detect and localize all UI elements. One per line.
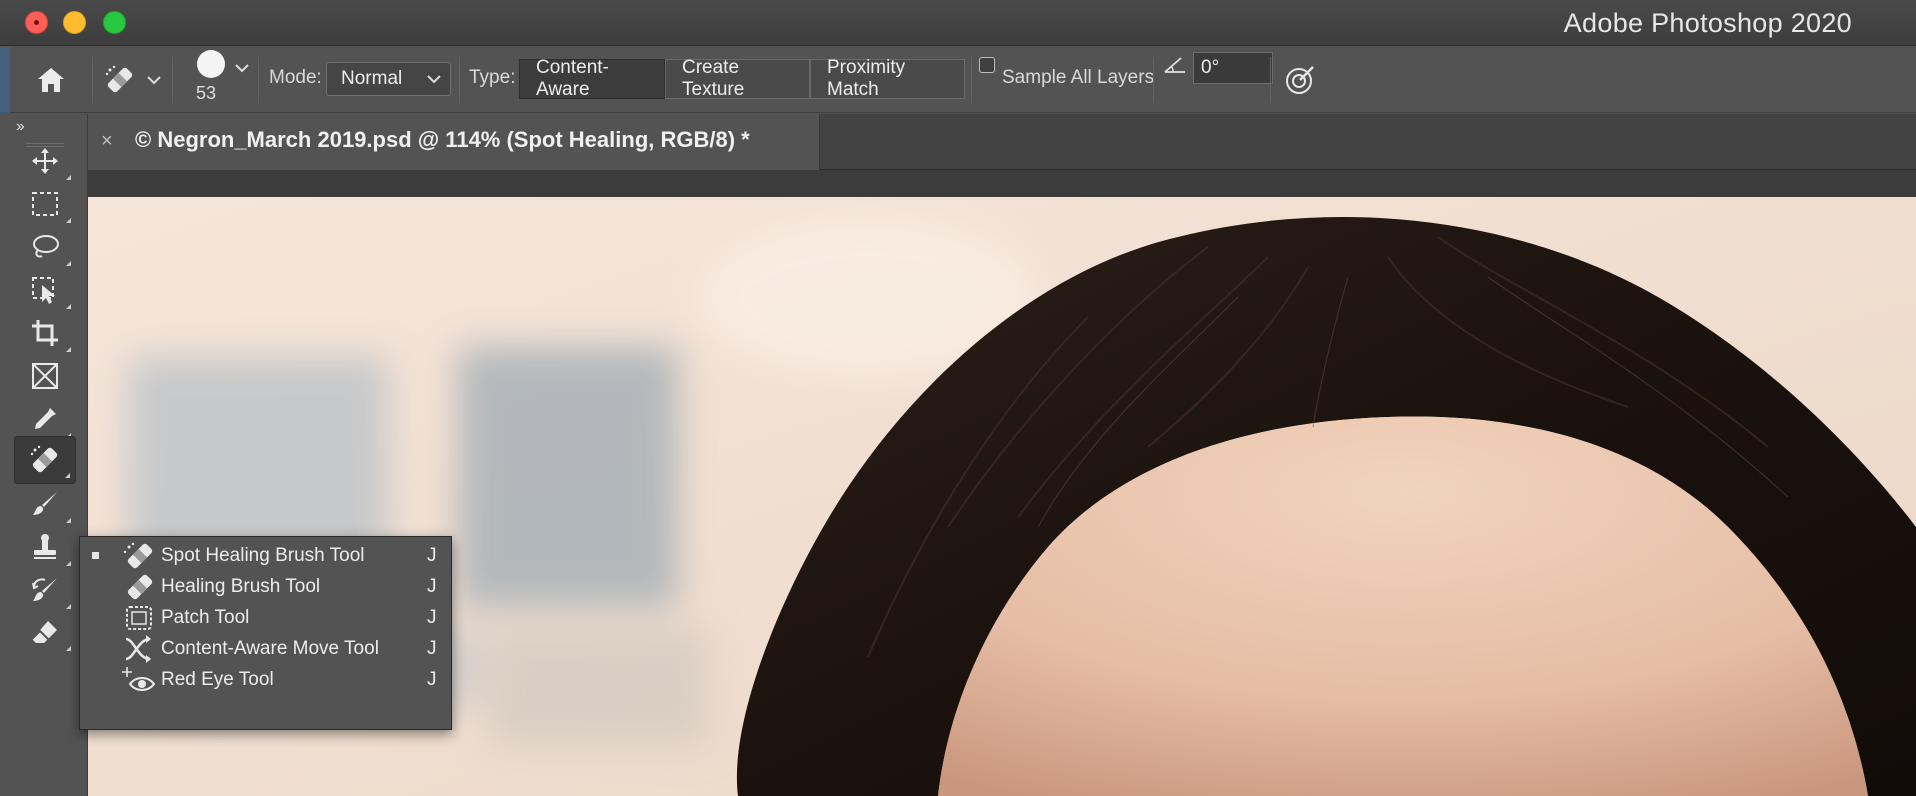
flyout-item-red-eye[interactable]: Red Eye Tool J xyxy=(80,661,451,699)
object-selection-icon xyxy=(32,277,55,304)
flyout-item-label: Red Eye Tool xyxy=(161,669,274,690)
separator xyxy=(1270,57,1271,103)
left-edge-strip xyxy=(0,47,10,113)
flyout-item-shortcut: J xyxy=(427,669,437,690)
app-title: Adobe Photoshop 2020 xyxy=(1563,8,1852,38)
history-brush-icon xyxy=(32,578,57,601)
object-selection-tool[interactable] xyxy=(14,266,76,314)
angle-icon xyxy=(1164,57,1185,73)
frame-tool[interactable] xyxy=(14,352,76,400)
window-zoom-button[interactable] xyxy=(103,11,126,34)
separator xyxy=(459,57,460,103)
crop-tool[interactable] xyxy=(14,309,76,357)
flyout-item-shortcut: J xyxy=(427,545,437,566)
sample-all-layers-checkbox[interactable] xyxy=(979,57,995,73)
move-tool[interactable] xyxy=(14,137,76,185)
tool-preset-picker[interactable] xyxy=(104,47,162,113)
flyout-item-label: Content-Aware Move Tool xyxy=(161,638,379,659)
history-brush-tool[interactable] xyxy=(14,566,76,614)
separator xyxy=(172,57,173,103)
sample-all-layers-label[interactable]: Sample All Layers xyxy=(1002,67,1154,89)
mode-value: Normal xyxy=(341,68,403,89)
patch-icon xyxy=(126,606,152,630)
spot-healing-brush-icon xyxy=(105,65,133,93)
crop-icon xyxy=(32,320,58,346)
selected-bullet xyxy=(92,552,99,559)
spot-healing-brush-icon xyxy=(30,445,58,473)
pressure-size-icon xyxy=(1286,66,1314,94)
window-close-button[interactable] xyxy=(25,11,48,34)
separator xyxy=(971,57,972,103)
flyout-item-label: Spot Healing Brush Tool xyxy=(161,545,365,566)
lasso-tool[interactable] xyxy=(14,223,76,271)
brush-icon xyxy=(33,492,57,515)
content-aware-move-icon xyxy=(125,635,151,663)
tool-group-indicator xyxy=(65,473,70,478)
type-create-texture-button[interactable]: Create Texture xyxy=(665,57,810,100)
brush-tool[interactable] xyxy=(14,480,76,528)
mode-select[interactable]: Normal xyxy=(326,62,451,96)
title-bar: Adobe Photoshop 2020 xyxy=(0,0,1916,46)
chevron-down-icon xyxy=(147,76,161,85)
flyout-item-shortcut: J xyxy=(427,638,437,659)
flyout-item-shortcut: J xyxy=(427,607,437,628)
close-icon[interactable]: × xyxy=(101,130,113,153)
brush-size-label: 53 xyxy=(196,83,217,103)
flyout-item-label: Healing Brush Tool xyxy=(161,576,321,597)
home-button[interactable] xyxy=(36,47,66,113)
mode-label: Mode: xyxy=(269,67,322,88)
separator xyxy=(92,57,93,103)
rectangular-marquee-icon xyxy=(32,192,58,216)
eraser-tool[interactable] xyxy=(14,608,76,656)
separator xyxy=(258,57,259,103)
canvas-top-band xyxy=(88,170,1916,197)
brush-picker[interactable]: 53 xyxy=(196,50,256,110)
panel-collapse-toggle[interactable]: ›› xyxy=(16,118,25,136)
type-label: Type: xyxy=(469,67,516,88)
separator xyxy=(1153,57,1154,103)
window-minimize-button[interactable] xyxy=(63,11,86,34)
flyout-item-shortcut: J xyxy=(427,576,437,597)
home-icon xyxy=(38,68,64,92)
spot-healing-brush-icon xyxy=(123,542,153,569)
red-eye-icon xyxy=(122,667,156,691)
eyedropper-icon xyxy=(35,408,56,429)
brush-angle-value: 0° xyxy=(1201,57,1220,78)
type-content-aware-button[interactable]: Content-Aware xyxy=(519,57,665,100)
clone-stamp-tool[interactable] xyxy=(14,523,76,571)
frame-icon xyxy=(32,363,58,389)
healing-tools-flyout: Spot Healing Brush Tool J Healing Brush … xyxy=(79,536,452,730)
flyout-item-label: Patch Tool xyxy=(161,607,250,628)
brush-tip-preview xyxy=(197,50,225,78)
tool-group-indicator xyxy=(66,646,71,651)
brush-angle-input[interactable]: 0° xyxy=(1193,52,1273,84)
clone-stamp-icon xyxy=(34,534,56,559)
marquee-tool[interactable] xyxy=(14,180,76,228)
spot-healing-brush-tool[interactable] xyxy=(14,436,76,484)
type-proximity-match-button[interactable]: Proximity Match xyxy=(810,57,965,100)
document-title: © Negron_March 2019.psd @ 114% (Spot Hea… xyxy=(135,127,750,152)
chevron-down-icon xyxy=(427,75,441,84)
pressure-size-button[interactable] xyxy=(1284,47,1316,113)
eraser-icon xyxy=(31,621,57,643)
chevron-down-icon xyxy=(235,64,249,73)
move-tool-icon xyxy=(32,148,58,174)
lasso-icon xyxy=(33,235,59,258)
healing-brush-icon xyxy=(127,574,153,600)
